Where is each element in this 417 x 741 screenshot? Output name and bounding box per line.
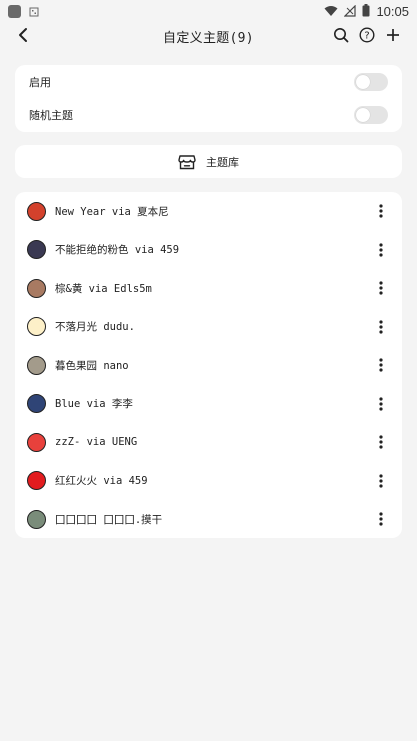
theme-name: 棕&黄 via Edls5m	[55, 282, 152, 295]
random-theme-label: 随机主题	[29, 109, 73, 123]
page-title: 自定义主题(9)	[163, 30, 254, 46]
theme-item[interactable]: 红红火火 via 459	[15, 462, 402, 501]
theme-library-button[interactable]: 主题库	[15, 145, 402, 178]
more-vertical-icon	[379, 435, 383, 449]
theme-item[interactable]: New Year via 夏本尼	[15, 192, 402, 231]
app-header: 自定义主题(9) ?	[0, 22, 417, 50]
battery-icon	[362, 2, 370, 21]
search-icon	[334, 28, 349, 43]
back-button[interactable]	[12, 24, 34, 46]
more-vertical-icon	[379, 512, 383, 526]
theme-name: 不能拒绝的粉色 via 459	[55, 244, 180, 257]
theme-name: 红红火火 via 459	[55, 475, 148, 488]
theme-name: Blue via 李李	[55, 398, 133, 411]
themes-list: New Year via 夏本尼 不能拒绝的粉色 via 459 棕&黄 via E…	[15, 192, 402, 538]
theme-library-label: 主题库	[206, 155, 239, 169]
theme-name: 不落月光 dudu.	[55, 321, 135, 334]
svg-text:?: ?	[364, 31, 369, 42]
theme-more-button[interactable]	[372, 355, 390, 375]
enable-label: 启用	[29, 75, 51, 89]
theme-name: 囗囗囗囗 囗囗囗.摸干	[55, 513, 163, 526]
help-button[interactable]: ?	[357, 24, 377, 46]
wifi-icon	[324, 2, 338, 21]
theme-color-swatch	[27, 509, 46, 529]
more-vertical-icon	[379, 281, 383, 295]
search-button[interactable]	[331, 24, 351, 46]
enable-row: 启用	[15, 65, 402, 99]
theme-color-swatch	[27, 355, 46, 375]
app-icon	[8, 4, 21, 18]
add-icon	[387, 29, 399, 41]
theme-item[interactable]: 囗囗囗囗 囗囗囗.摸干	[15, 500, 402, 539]
back-arrow-icon	[19, 28, 27, 42]
theme-color-swatch	[27, 240, 46, 260]
more-vertical-icon	[379, 204, 383, 218]
theme-color-swatch	[27, 317, 46, 337]
status-time: 10:05	[376, 3, 409, 19]
theme-more-button[interactable]	[372, 432, 390, 452]
signal-icon	[344, 2, 357, 21]
theme-more-button[interactable]	[372, 509, 390, 529]
store-icon	[178, 154, 196, 169]
theme-more-button[interactable]	[372, 394, 390, 414]
theme-color-swatch	[27, 432, 46, 452]
theme-name: New Year via 夏本尼	[55, 205, 169, 218]
more-vertical-icon	[379, 474, 383, 488]
theme-item[interactable]: 不能拒绝的粉色 via 459	[15, 231, 402, 270]
random-theme-toggle[interactable]	[354, 106, 388, 125]
add-theme-button[interactable]	[383, 24, 403, 46]
theme-name: zzZ- via UENG	[55, 436, 138, 449]
theme-color-swatch	[27, 278, 46, 298]
theme-item[interactable]: 不落月光 dudu.	[15, 308, 402, 347]
notification-icon	[29, 2, 39, 21]
theme-item[interactable]: zzZ- via UENG	[15, 423, 402, 462]
more-vertical-icon	[379, 397, 383, 411]
theme-color-swatch	[27, 394, 46, 414]
more-vertical-icon	[379, 358, 383, 372]
theme-more-button[interactable]	[372, 201, 390, 221]
theme-item[interactable]: 暮色果园 nano	[15, 346, 402, 385]
theme-more-button[interactable]	[372, 317, 390, 337]
more-vertical-icon	[379, 243, 383, 257]
settings-card: 启用 随机主题	[15, 65, 402, 132]
random-theme-row: 随机主题	[15, 99, 402, 133]
help-icon: ?	[359, 27, 375, 43]
theme-color-swatch	[27, 471, 46, 491]
theme-name: 暮色果园 nano	[55, 359, 129, 372]
enable-toggle[interactable]	[354, 72, 388, 91]
theme-more-button[interactable]	[372, 471, 390, 491]
theme-color-swatch	[27, 201, 46, 221]
theme-more-button[interactable]	[372, 278, 390, 298]
theme-item[interactable]: Blue via 李李	[15, 385, 402, 424]
more-vertical-icon	[379, 320, 383, 334]
theme-more-button[interactable]	[372, 240, 390, 260]
theme-item[interactable]: 棕&黄 via Edls5m	[15, 269, 402, 308]
status-bar: 10:05	[0, 0, 417, 22]
